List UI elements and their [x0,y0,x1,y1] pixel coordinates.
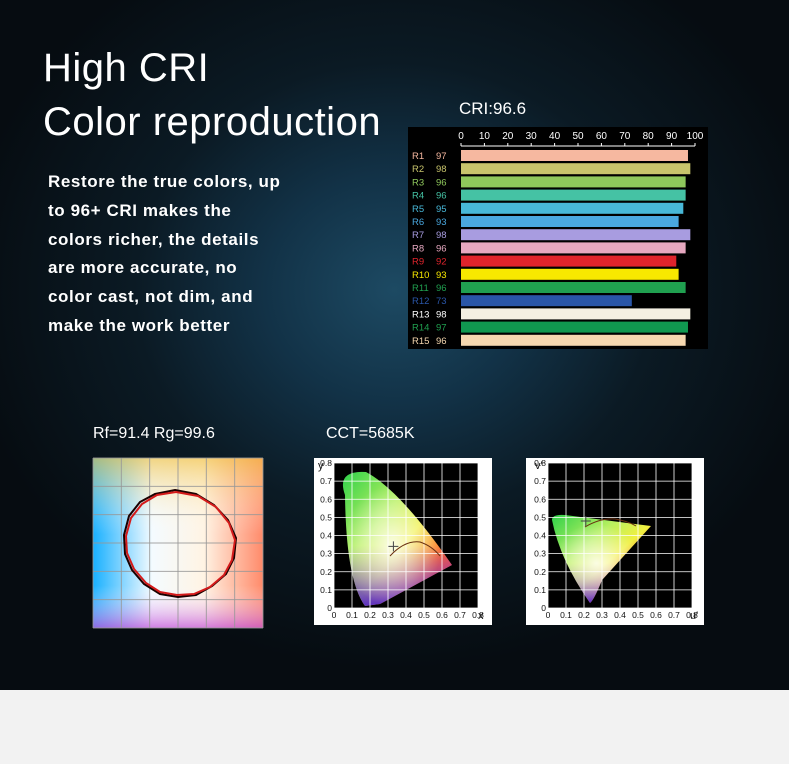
cie-xy-chart: 00 0.1 0.1 0.2 0.2 0.3 0.3 0.4 0.4 0.5 0.5 0.6 0.6 0.… [314,458,492,625]
cie-y-tick-label: 0.2 [534,567,546,577]
cie-y-tick-label: 0.2 [320,567,332,577]
cie-x-tick-label: 0.4 [400,610,412,620]
cie-y-tick-label: 0.6 [320,494,332,504]
cri-tick-label: 0 [458,131,464,142]
cri-bar [461,268,679,280]
cie-x-tick-label: 0.2 [364,610,376,620]
cri-bar [461,255,677,267]
cri-category-label: R10 [412,270,429,281]
cri-value-label: 93 [436,270,447,281]
cie-x-tick-label: 0.1 [346,610,358,620]
cri-value-label: 92 [436,257,447,268]
cri-category-label: R14 [412,323,429,334]
charts-canvas: 0 10 20 30 40 50 60 70 80 90 100 R1 97 R2 98 R3 96 R4 96 R… [92,127,708,629]
cie-y-tick-label: 0.6 [534,494,546,504]
cri-tick-label: 60 [596,131,608,142]
cri-value-label: 96 [436,243,447,254]
cri-bar [461,189,686,201]
cri-tick-label: 80 [643,131,655,142]
cri-bar [461,308,691,320]
cie-y-tick-label: 0.3 [534,549,546,559]
cri-bar [461,242,686,254]
cri-bar [461,202,684,214]
cri-value-label: 96 [436,336,447,347]
cri-tick-label: 70 [619,131,631,142]
cri-category-label: R3 [412,177,424,188]
cie-x-tick-label: 0 [332,610,337,620]
cie-y-tick-label: 0.1 [534,585,546,595]
cri-category-label: R15 [412,336,429,347]
cri-value-label: 73 [436,296,447,307]
cri-tick-label: 10 [479,131,491,142]
cie-x-tick-label: 0.3 [596,610,608,620]
cie-x-tick-label: 0.4 [614,610,626,620]
cri-category-label: R11 [412,283,429,294]
cie-uv-chart: 00 0.1 0.1 0.2 0.2 0.3 0.3 0.4 0.4 0.5 0.5 0.6 0.6 0.… [526,458,704,625]
cri-value-label: 96 [436,191,447,202]
cie-y-tick-label: 0.4 [320,531,332,541]
cie-y-tick-label: 0.5 [320,512,332,522]
cri-bar [461,295,632,307]
cri-value-label: 97 [436,151,447,162]
hero-banner: High CRI Color reproduction Restore the … [0,0,789,690]
cri-bar [461,163,691,175]
cie-x-tick-label: 0.7 [668,610,680,620]
cie-y-tick-label: 0.1 [320,585,332,595]
cie-x-tick-label: 0.5 [632,610,644,620]
cie-x-tick-label: 0.1 [560,610,572,620]
cie-x-axis-label: x [478,610,484,622]
cri-category-label: R13 [412,309,429,320]
cie-y-tick-label: 0.3 [320,549,332,559]
cri-tick-label: 30 [526,131,538,142]
cri-bar-chart: 0 10 20 30 40 50 60 70 80 90 100 R1 97 R2 98 R3 96 R4 96 R… [408,127,708,349]
cri-bar [461,282,686,293]
color-vector-chart [92,457,264,629]
cri-value-label: 96 [436,177,447,188]
cie-y-tick-label: 0.5 [534,512,546,522]
cri-value-label: 98 [436,230,447,241]
cie-x-tick-label: 0.2 [578,610,590,620]
footer-strip [0,690,789,764]
cie-x-tick-label: 0.5 [418,610,430,620]
cri-category-label: R9 [412,257,424,268]
cie-y-tick-label: 0.7 [320,476,332,486]
cri-tick-label: 20 [502,131,514,142]
cie-y-tick-label: 0 [541,603,546,613]
cri-value-label: 98 [436,309,447,320]
cri-value-label: 93 [436,217,447,228]
cie-y-tick-label: 0.7 [534,476,546,486]
cie-y-axis-label: y [318,460,324,472]
cri-bar [461,216,679,227]
cri-tick-label: 90 [666,131,678,142]
cri-value-label: 95 [436,204,447,215]
cri-tick-label: 40 [549,131,561,142]
cie-x-tick-label: 0.6 [650,610,662,620]
cri-category-label: R12 [412,296,429,307]
cie-x-tick-label: 0.6 [436,610,448,620]
cri-value-label: 97 [436,323,447,334]
cri-tick-label: 100 [687,131,704,142]
cri-tick-label: 50 [572,131,584,142]
cie-x-tick-label: 0.7 [454,610,466,620]
cri-bar [461,150,688,161]
cri-category-label: R8 [412,243,424,254]
cri-category-label: R7 [412,230,424,241]
cri-bar [461,334,686,346]
cri-bar [461,229,691,241]
cri-category-label: R2 [412,164,424,175]
cie-x-tick-label: 0 [546,610,551,620]
cie-x-tick-label: 0.3 [382,610,394,620]
cri-category-label: R4 [412,191,424,202]
cri-bar [461,176,686,188]
cie-y-axis-label: v' [535,460,543,472]
cri-value-label: 98 [436,164,447,175]
cie-y-tick-label: 0.4 [534,531,546,541]
cie-x-axis-label: u' [690,610,698,622]
cie-y-tick-label: 0 [327,603,332,613]
cri-category-label: R5 [412,204,424,215]
cri-category-label: R1 [412,151,424,162]
cri-value-label: 96 [436,283,447,294]
cri-bar [461,321,688,333]
cri-category-label: R6 [412,217,424,228]
